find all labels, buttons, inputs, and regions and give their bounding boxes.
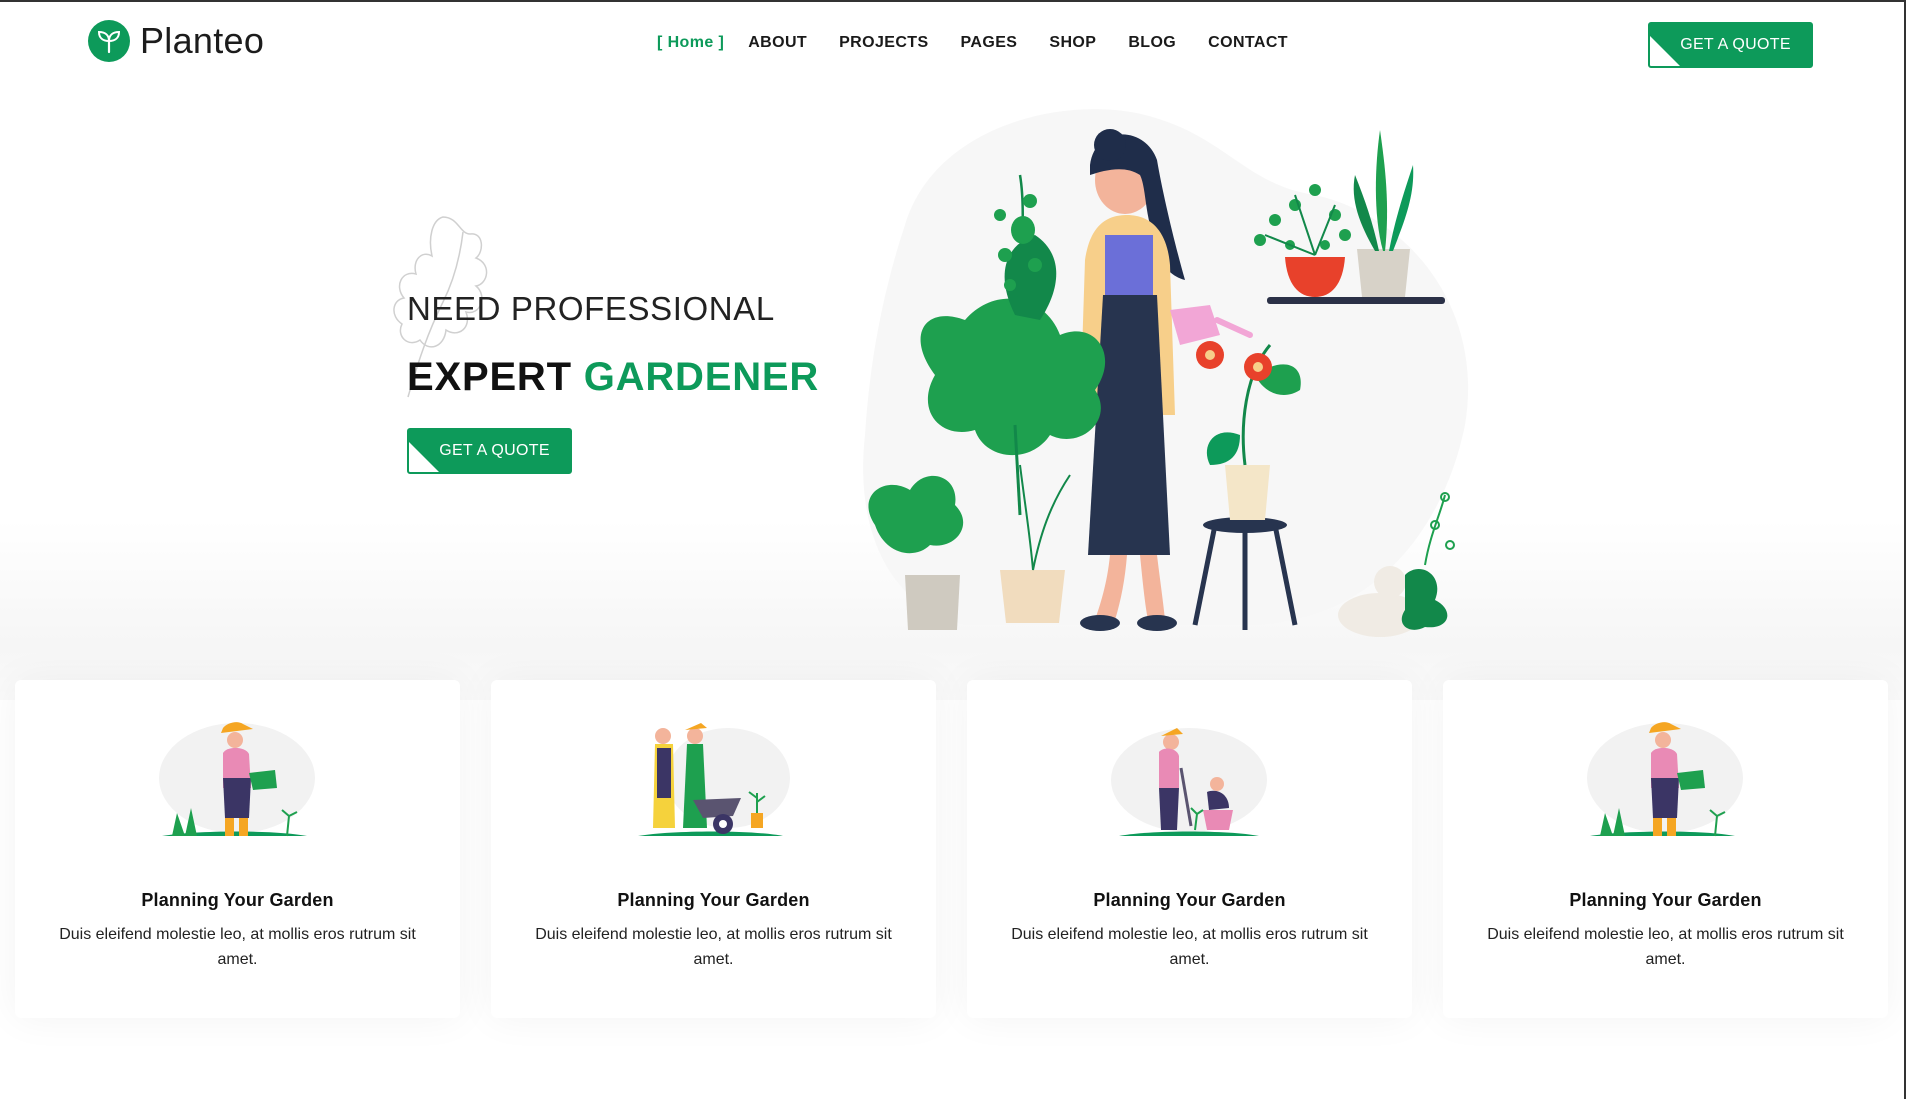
hero-quote-button-label: GET A QUOTE: [439, 442, 550, 459]
card-description: Duis eleifend molestie leo, at mollis er…: [535, 926, 892, 968]
sprout-icon: [88, 20, 130, 62]
hero-title-part1: EXPERT: [407, 355, 572, 399]
brand-logo[interactable]: Planteo: [88, 20, 264, 62]
nav-item-projects[interactable]: PROJECTS: [839, 34, 928, 52]
hero-quote-button[interactable]: GET A QUOTE: [407, 428, 572, 474]
card-title: Planning Your Garden: [617, 890, 810, 910]
woman-watering-plants-illustration: [863, 109, 1469, 637]
service-card[interactable]: Planning Your Garden Duis eleifend moles…: [1443, 680, 1888, 1018]
nav-item-shop[interactable]: SHOP: [1049, 34, 1096, 52]
service-card[interactable]: Planning Your Garden Duis eleifend moles…: [15, 680, 460, 1018]
card-description: Duis eleifend molestie leo, at mollis er…: [1487, 926, 1844, 968]
card-description: Duis eleifend molestie leo, at mollis er…: [1011, 926, 1368, 968]
hero-subtitle: NEED PROFESSIONAL: [407, 290, 775, 327]
nav-item-blog[interactable]: BLOG: [1128, 34, 1176, 52]
service-card[interactable]: Planning Your Garden Duis eleifend moles…: [967, 680, 1412, 1018]
header-quote-button-label: GET A QUOTE: [1680, 36, 1791, 53]
main-nav: [ Home ] ABOUT PROJECTS PAGES SHOP BLOG …: [657, 34, 1320, 52]
nav-item-about[interactable]: ABOUT: [748, 34, 807, 52]
nav-item-pages[interactable]: PAGES: [961, 34, 1018, 52]
card-description: Duis eleifend molestie leo, at mollis er…: [59, 926, 416, 968]
service-card[interactable]: Planning Your Garden Duis eleifend moles…: [491, 680, 936, 1018]
header-quote-button[interactable]: GET A QUOTE: [1648, 22, 1813, 68]
brand-name: Planteo: [140, 20, 265, 61]
gardeners-planting-illustration: [1111, 728, 1267, 836]
card-title: Planning Your Garden: [1093, 890, 1286, 910]
gardener-watering-illustration: [159, 722, 315, 837]
nav-item-home[interactable]: [ Home ]: [657, 34, 724, 52]
couple-wheelbarrow-illustration: [638, 723, 790, 836]
gardener-watering-illustration: [1587, 722, 1743, 837]
hero-title: EXPERT GARDENER: [407, 355, 819, 400]
card-title: Planning Your Garden: [1569, 890, 1762, 910]
hero-title-part2: GARDENER: [583, 355, 820, 399]
card-title: Planning Your Garden: [141, 890, 334, 910]
nav-item-contact[interactable]: CONTACT: [1208, 34, 1288, 52]
